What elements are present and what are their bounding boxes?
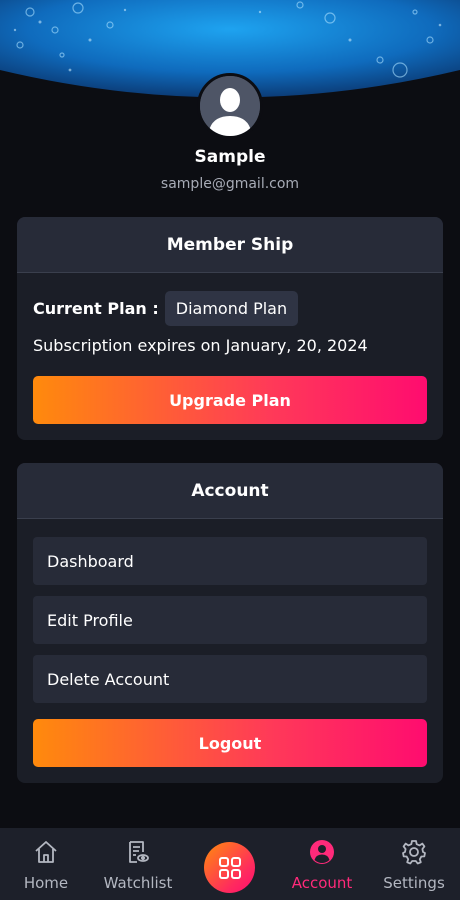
nav-label-watchlist: Watchlist xyxy=(103,874,173,892)
nav-label-home: Home xyxy=(23,874,69,892)
current-plan-badge: Diamond Plan xyxy=(164,291,299,326)
upgrade-plan-button[interactable]: Upgrade Plan xyxy=(33,376,427,424)
account-title: Account xyxy=(17,463,443,519)
logout-button[interactable]: Logout xyxy=(33,719,427,767)
nav-item-home[interactable]: Home xyxy=(0,828,92,900)
bottom-navigation: Home Watchlist Account Settings xyxy=(0,828,460,900)
nav-item-settings[interactable]: Settings xyxy=(368,828,460,900)
nav-item-account[interactable]: Account xyxy=(276,828,368,900)
delete-account-menu-item[interactable]: Delete Account xyxy=(33,655,427,703)
subscription-expiry-text: Subscription expires on January, 20, 202… xyxy=(33,336,368,355)
nav-item-watchlist[interactable]: Watchlist xyxy=(92,828,184,900)
membership-title: Member Ship xyxy=(17,217,443,273)
home-icon xyxy=(33,839,59,865)
grid-icon xyxy=(218,856,241,879)
dashboard-menu-item[interactable]: Dashboard xyxy=(33,537,427,585)
nav-label-account: Account xyxy=(291,874,353,892)
current-plan-row: Current Plan : Diamond Plan xyxy=(33,291,299,326)
profile-name: Sample xyxy=(194,147,266,167)
watchlist-icon xyxy=(125,839,151,865)
profile-email: sample@gmail.com xyxy=(160,176,300,192)
edit-profile-menu-item[interactable]: Edit Profile xyxy=(33,596,427,644)
account-card: Account Dashboard Edit Profile Delete Ac… xyxy=(17,463,443,783)
avatar[interactable] xyxy=(197,73,263,139)
gear-icon xyxy=(401,839,427,865)
user-silhouette-icon xyxy=(200,76,260,136)
account-icon xyxy=(309,839,335,865)
center-menu-button[interactable] xyxy=(204,842,255,893)
nav-label-settings: Settings xyxy=(383,874,445,892)
membership-card: Member Ship Current Plan : Diamond Plan … xyxy=(17,217,443,440)
current-plan-label: Current Plan : xyxy=(33,299,159,318)
